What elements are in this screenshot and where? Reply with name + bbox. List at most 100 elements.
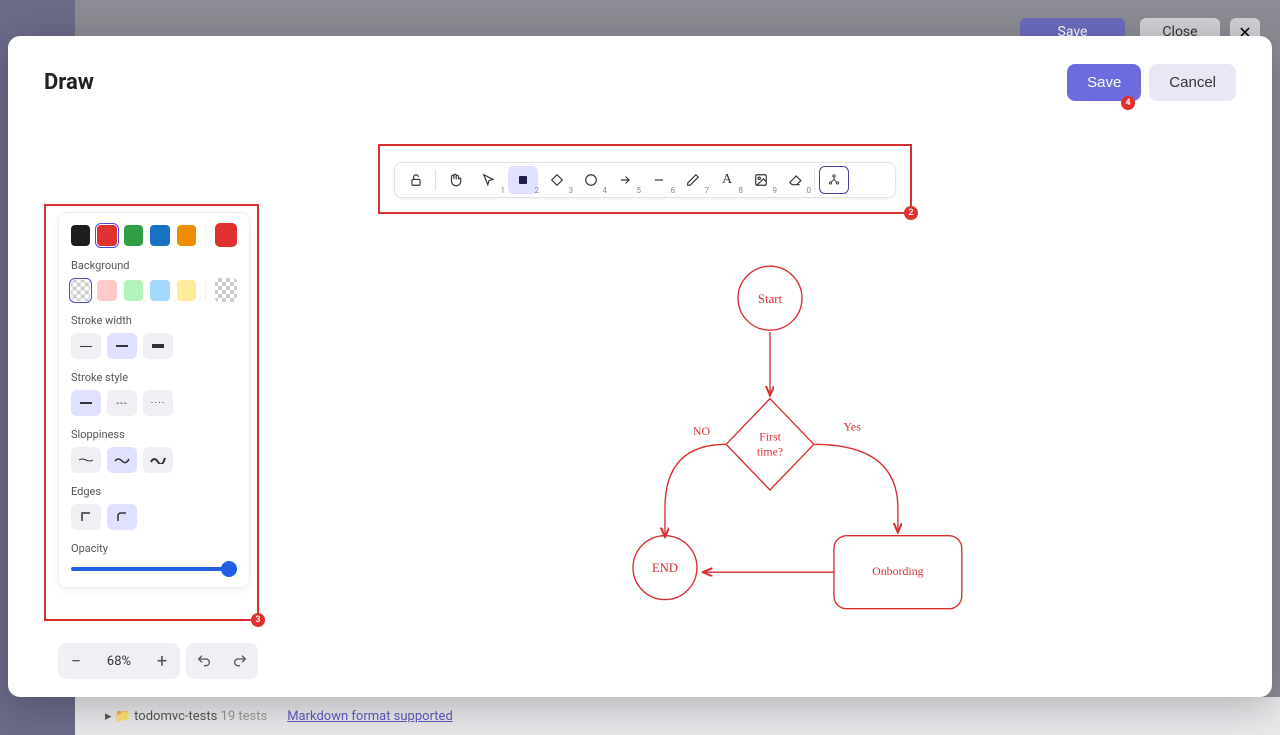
wave-icon-1 bbox=[78, 456, 94, 464]
undo-button[interactable] bbox=[186, 653, 222, 669]
bg-yellow[interactable] bbox=[177, 280, 196, 301]
tool-sub-4: 4 bbox=[603, 186, 608, 195]
flowchart-svg: Start First time? NO Yes END Onbording bbox=[288, 216, 1252, 627]
annotation-3: 3 bbox=[251, 613, 265, 627]
opacity-label: Opacity bbox=[71, 542, 237, 555]
flow-arrow-yes[interactable] bbox=[814, 444, 898, 531]
toolbar-separator bbox=[435, 170, 436, 190]
tool-sub-6: 6 bbox=[671, 186, 676, 195]
sharp-icon bbox=[79, 510, 93, 524]
cursor-icon bbox=[482, 173, 496, 187]
wave-icon-2 bbox=[114, 456, 130, 464]
bottom-item-1: todomvc-tests bbox=[134, 709, 217, 724]
tool-sub-1: 1 bbox=[501, 186, 506, 195]
zoom-out-button[interactable]: − bbox=[58, 651, 94, 672]
stroke-width-label: Stroke width bbox=[71, 314, 237, 327]
draw-modal: Draw Save Cancel 4 2 1 2 3 4 bbox=[8, 36, 1272, 697]
flow-yes-label: Yes bbox=[844, 420, 862, 434]
cancel-button[interactable]: Cancel bbox=[1149, 64, 1236, 101]
drawing-canvas[interactable]: Start First time? NO Yes END Onbording bbox=[288, 216, 1252, 627]
stroke-thick[interactable] bbox=[143, 333, 173, 359]
tool-sub-7: 7 bbox=[705, 186, 710, 195]
bottom-link: Markdown format supported bbox=[287, 709, 453, 724]
shape-properties-panel: Background Stroke width Stroke style ---… bbox=[58, 212, 250, 588]
sloppy-cartoonist[interactable] bbox=[143, 447, 173, 473]
slider-track bbox=[71, 567, 237, 571]
flow-start-label: Start bbox=[758, 292, 783, 306]
flow-no-label: NO bbox=[693, 424, 711, 438]
stroke-color-row bbox=[71, 223, 237, 247]
line-icon bbox=[652, 173, 666, 187]
stroke-dotted[interactable]: ···· bbox=[143, 390, 173, 416]
stroke-solid[interactable] bbox=[71, 390, 101, 416]
tool-sub-8: 8 bbox=[739, 186, 744, 195]
ellipse-tool[interactable]: 4 bbox=[576, 166, 606, 194]
bottom-item-1-sub: 19 tests bbox=[221, 709, 268, 724]
unlock-icon bbox=[409, 173, 423, 187]
bg-pink[interactable] bbox=[97, 280, 116, 301]
flow-end-label: END bbox=[652, 561, 678, 575]
hand-tool[interactable] bbox=[440, 166, 470, 194]
diamond-icon bbox=[550, 173, 564, 187]
arrow-icon bbox=[618, 173, 632, 187]
diamond-tool[interactable]: 3 bbox=[542, 166, 572, 194]
stroke-color-green[interactable] bbox=[124, 225, 143, 246]
background-label: Background bbox=[71, 259, 237, 272]
bg-current[interactable] bbox=[215, 278, 237, 302]
pencil-icon bbox=[686, 173, 700, 187]
toolbar-separator-2 bbox=[814, 170, 815, 190]
image-tool[interactable]: 9 bbox=[746, 166, 776, 194]
edges-label: Edges bbox=[71, 485, 237, 498]
selection-tool[interactable]: 1 bbox=[474, 166, 504, 194]
zoom-in-button[interactable]: + bbox=[144, 651, 180, 672]
bg-green[interactable] bbox=[124, 280, 143, 301]
bg-blue[interactable] bbox=[150, 280, 169, 301]
redo-icon bbox=[232, 653, 248, 669]
rectangle-tool[interactable]: 2 bbox=[508, 166, 538, 194]
stroke-color-black[interactable] bbox=[71, 225, 90, 246]
arrow-tool[interactable]: 5 bbox=[610, 166, 640, 194]
color-divider bbox=[205, 225, 206, 245]
draw-tool[interactable]: 7 bbox=[678, 166, 708, 194]
undo-icon bbox=[196, 653, 212, 669]
text-icon: A bbox=[722, 172, 732, 188]
stroke-thin[interactable] bbox=[71, 333, 101, 359]
flow-decision-l1: First bbox=[759, 430, 781, 444]
stroke-dashed[interactable]: --- bbox=[107, 390, 137, 416]
annotation-4: 4 bbox=[1121, 96, 1135, 110]
square-icon bbox=[517, 174, 529, 186]
edges-round[interactable] bbox=[107, 504, 137, 530]
hand-icon bbox=[448, 173, 462, 187]
slider-thumb[interactable] bbox=[221, 561, 237, 577]
stroke-color-red[interactable] bbox=[97, 225, 116, 246]
tool-sub-9: 9 bbox=[773, 186, 778, 195]
stroke-color-orange[interactable] bbox=[177, 225, 196, 246]
flow-decision-l2: time? bbox=[757, 444, 783, 458]
tool-sub-3: 3 bbox=[569, 186, 574, 195]
flow-arrow-no[interactable] bbox=[665, 444, 726, 535]
stroke-medium[interactable] bbox=[107, 333, 137, 359]
eraser-tool[interactable]: 0 bbox=[780, 166, 810, 194]
redo-button[interactable] bbox=[222, 653, 258, 669]
wave-icon-3 bbox=[150, 456, 166, 464]
zoom-value[interactable]: 68% bbox=[94, 654, 144, 669]
round-icon bbox=[115, 510, 129, 524]
sloppy-architect[interactable] bbox=[71, 447, 101, 473]
bg-transparent[interactable] bbox=[71, 280, 90, 301]
edges-sharp[interactable] bbox=[71, 504, 101, 530]
bg-divider bbox=[205, 280, 206, 300]
tool-sub-2: 2 bbox=[535, 186, 540, 195]
more-shapes-tool[interactable] bbox=[819, 166, 849, 194]
opacity-slider[interactable] bbox=[71, 561, 237, 577]
stroke-color-blue[interactable] bbox=[150, 225, 169, 246]
drawing-toolbar: 1 2 3 4 5 6 7 A 8 bbox=[394, 162, 896, 198]
zoom-controls: − 68% + bbox=[58, 643, 258, 679]
circle-icon bbox=[584, 173, 598, 187]
lock-tool[interactable] bbox=[401, 166, 431, 194]
stroke-color-current[interactable] bbox=[215, 223, 237, 247]
text-tool[interactable]: A 8 bbox=[712, 166, 742, 194]
sloppy-artist[interactable] bbox=[107, 447, 137, 473]
background-color-row bbox=[71, 278, 237, 302]
line-tool[interactable]: 6 bbox=[644, 166, 674, 194]
sloppiness-label: Sloppiness bbox=[71, 428, 237, 441]
